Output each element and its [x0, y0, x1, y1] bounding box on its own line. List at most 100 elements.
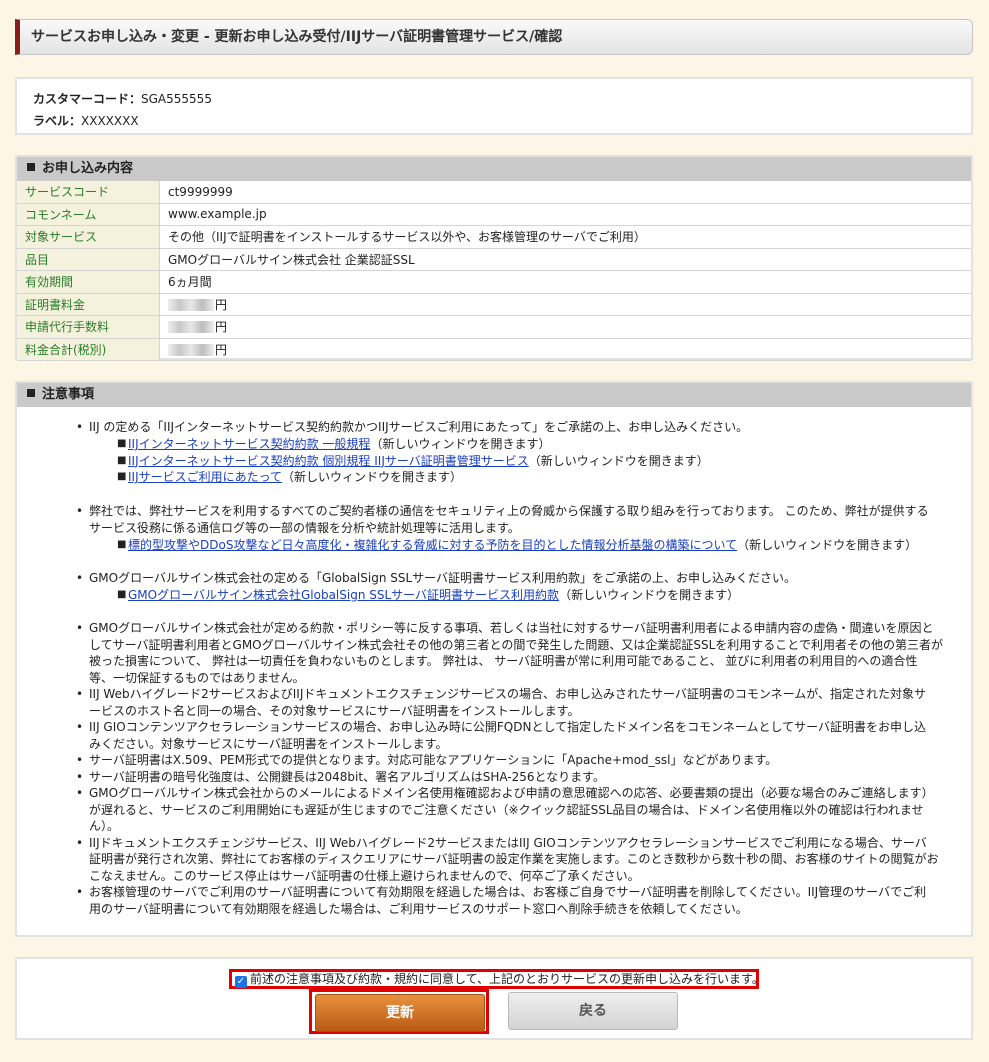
customer-code-label: カスタマーコード： — [33, 92, 142, 106]
table-row: 証明書料金 円 — [17, 292, 971, 316]
customer-info: カスタマーコード：SGA555555 ラベル：XXXXXXX — [15, 77, 973, 135]
label-value: XXXXXXX — [81, 114, 139, 128]
label-label: ラベル： — [33, 114, 82, 128]
note-11: • お客様管理のサーバでご利用のサーバ証明書について有効期限を経過した場合は、お… — [76, 884, 949, 917]
application-section: お申し込み内容 サービスコード ct9999999 コモンネーム www.examp… — [15, 155, 973, 361]
back-button[interactable]: 戻る — [508, 992, 678, 1030]
update-button-highlight: 更新 — [309, 989, 489, 1034]
currency-unit: 円 — [215, 342, 228, 357]
row-key: 料金合計(税別) — [17, 337, 160, 361]
note-2-link: ■ 標的型攻撃やDDoS攻撃など日々高度化・複雑化する脅威に対する予防を目的とした… — [117, 537, 928, 554]
row-value-price: 円 — [159, 337, 971, 361]
customer-code-row: カスタマーコード：SGA555555 — [33, 90, 212, 107]
bullet-icon: • — [76, 687, 84, 701]
link-suffix: （新しいウィンドウを開きます） — [282, 470, 463, 484]
application-table: サービスコード ct9999999 コモンネーム www.example.jp 対象… — [17, 181, 971, 361]
note-line: 等、一切保証するものではありません。 — [89, 670, 305, 685]
bullet-icon: • — [76, 720, 84, 734]
page-title: サービスお申し込み・変更 - 更新お申し込み受付/IIJサーバ証明書管理サービス… — [31, 29, 563, 45]
note-4: • GMOグローバルサイン株式会社が定める約款・ポリシー等に反する事項、若しくは… — [76, 620, 949, 686]
label-row: ラベル：XXXXXXX — [33, 112, 139, 129]
link-suffix: （新しいウィンドウを開きます） — [370, 437, 551, 451]
row-key: 証明書料金 — [17, 292, 160, 316]
note-line: こなえません。このサービス停止はサーバ証明書の仕様上避けられませんので、何卒ご了… — [89, 868, 640, 883]
note-10: • IIJドキュメントエクスチェンジサービス、IIJ Webハイグレード2サービ… — [76, 835, 949, 885]
application-heading-text: お申し込み内容 — [42, 161, 134, 176]
note-3-link: ■ GMOグローバルサイン株式会社GlobalSign SSLサーバ証明書サービス… — [117, 587, 928, 604]
bullet-icon: ■ — [117, 539, 127, 550]
square-bullet-icon — [27, 389, 35, 397]
note-1-links: ■ IIJインターネットサービス契約約款 一般規程（新しいウィンドウを開きます） … — [117, 436, 928, 486]
table-row: 申請代行手数料 円 — [17, 315, 971, 339]
bullet-icon: • — [76, 571, 84, 585]
link-globalsign-terms[interactable]: GMOグローバルサイン株式会社GlobalSign SSLサーバ証明書サービス利… — [128, 588, 559, 602]
notes-heading-text: 注意事項 — [42, 387, 95, 402]
bullet-icon: ■ — [117, 438, 127, 449]
note-8: • サーバ証明書の暗号化強度は、公開鍵長は2048bit、署名アルゴリズムはSH… — [76, 769, 949, 786]
redacted-amount — [168, 343, 214, 356]
note-line: みください。対象サービスにサーバ証明書をインストールします。 — [89, 736, 448, 751]
note-line: GMOグローバルサイン株式会社が定める約款・ポリシー等に反する事項、若しくは当社… — [89, 621, 934, 635]
note-line: サーバ証明書はX.509、PEM形式での提供となります。対応可能なアプリケーショ… — [89, 753, 778, 767]
note-line: IIJドキュメントエクスチェンジサービス、IIJ Webハイグレード2サービスま… — [89, 835, 927, 850]
link-service-usage[interactable]: IIJサービスご利用にあたって — [128, 470, 282, 484]
note-line: GMOグローバルサイン株式会社からのメールによるドメイン名使用権確認および申請の… — [89, 786, 934, 800]
agreement-label[interactable]: 前述の注意事項及び約款・規約に同意して、上記のとおりサービスの更新申し込みを行い… — [250, 972, 764, 986]
row-key: コモンネーム — [17, 202, 160, 226]
bullet-icon: • — [76, 885, 84, 899]
link-suffix: （新しいウィンドウを開きます） — [559, 588, 740, 602]
link-individual-terms[interactable]: IIJインターネットサービス契約約款 個別規程 IIJサーバ証明書管理サービス — [128, 454, 529, 468]
agreement-row[interactable]: ✓ 前述の注意事項及び約款・規約に同意して、上記のとおりサービスの更新申し込みを行… — [229, 969, 764, 989]
row-key: 申請代行手数料 — [17, 315, 160, 339]
note-line: 用のサーバ証明書について有効期限を経過した場合は、ご利用サービスのサポート窓口へ… — [89, 901, 748, 916]
table-row: 対象サービス その他（IIJで証明書をインストールするサービス以外や、お客様管理の… — [17, 225, 971, 249]
note-7: • サーバ証明書はX.509、PEM形式での提供となります。対応可能なアプリケー… — [76, 752, 949, 769]
row-key: 対象サービス — [17, 225, 160, 249]
row-value: www.example.jp — [159, 202, 971, 226]
note-2: • 弊社では、弊社サービスを利用するすべてのご契約者様の通信をセキュリティ上の脅… — [76, 503, 949, 536]
note-1: • IIJ の定める「IIJインターネットサービス契約約款かつIIJサービスご利… — [76, 419, 949, 436]
bullet-icon: ■ — [117, 589, 127, 600]
note-line: 証明書が発行され次第、弊社にてお客様のディスクエリアにサーバ証明書の設定作業を実… — [89, 852, 939, 866]
update-button[interactable]: 更新 — [315, 994, 485, 1032]
bullet-icon: • — [76, 753, 84, 767]
row-key: 有効期間 — [17, 270, 160, 294]
table-row: サービスコード ct9999999 — [17, 181, 971, 204]
bullet-icon: • — [76, 835, 84, 850]
note-line: 被った損害について、 弊社は一切責任を負わないものとします。 弊社は、 サーバ証… — [89, 654, 918, 668]
note-5: • IIJ Webハイグレード2サービスおよびIIJドキュメントエクスチェンジサ… — [76, 686, 949, 719]
note-text: 弊社では、弊社サービスを利用するすべてのご契約者様の通信をセキュリティ上の脅威か… — [89, 504, 929, 518]
table-row: 料金合計(税別) 円 — [17, 337, 971, 361]
note-line: ービスのホスト名と同一の場合、その対象サービスにサーバ証明書をインストールします… — [89, 703, 580, 718]
application-heading: お申し込み内容 — [17, 157, 971, 181]
note-line: が遅れると、サービスのご利用開始にも遅延が生じますのでご注意ください（※クイック… — [89, 802, 924, 817]
note-text: IIJ の定める「IIJインターネットサービス契約約款かつIIJサービスご利用に… — [89, 420, 749, 434]
link-threat-analysis[interactable]: 標的型攻撃やDDoS攻撃など日々高度化・複雑化する脅威に対する予防を目的とした情… — [128, 538, 737, 552]
note-list: • GMOグローバルサイン株式会社が定める約款・ポリシー等に反する事項、若しくは… — [76, 620, 949, 917]
note-line: ん）。 — [89, 819, 120, 833]
table-row: コモンネーム www.example.jp — [17, 202, 971, 226]
row-value: GMOグローバルサイン株式会社 企業認証SSL — [159, 247, 971, 271]
note-line: してサーバ証明書利用者とGMOグローバルサイン株式会社その他の第三者との間で発生… — [89, 637, 943, 652]
row-value: 6ヵ月間 — [159, 270, 971, 294]
link-suffix: （新しいウィンドウを開きます） — [737, 538, 918, 552]
bullet-icon: • — [76, 769, 84, 784]
note-line: IIJ GIOコンテンツアクセラレーションサービスの場合、お申し込み時に公開FQ… — [89, 720, 927, 734]
note-3: • GMOグローバルサイン株式会社の定める「GlobalSign SSLサーバ証… — [76, 570, 949, 587]
note-9: • GMOグローバルサイン株式会社からのメールによるドメイン名使用権確認および申… — [76, 785, 949, 835]
note-line: お客様管理のサーバでご利用のサーバ証明書について有効期限を経過した場合は、お客様… — [89, 885, 927, 899]
link-general-terms[interactable]: IIJインターネットサービス契約約款 一般規程 — [128, 437, 370, 451]
row-value-price: 円 — [159, 292, 971, 316]
bullet-icon: • — [76, 420, 84, 434]
row-value-price: 円 — [159, 315, 971, 339]
customer-code-value: SGA555555 — [141, 92, 212, 106]
agreement-checkbox[interactable]: ✓ — [235, 976, 247, 988]
row-key: サービスコード — [17, 181, 160, 204]
currency-unit: 円 — [215, 297, 228, 312]
row-value: ct9999999 — [159, 181, 971, 204]
bullet-icon: ■ — [117, 454, 127, 466]
link-suffix: （新しいウィンドウを開きます） — [528, 453, 709, 468]
bullet-icon: ■ — [117, 471, 127, 482]
bullet-icon: • — [76, 621, 84, 635]
agreement-panel: ✓ 前述の注意事項及び約款・規約に同意して、上記のとおりサービスの更新申し込みを行… — [15, 957, 973, 1040]
